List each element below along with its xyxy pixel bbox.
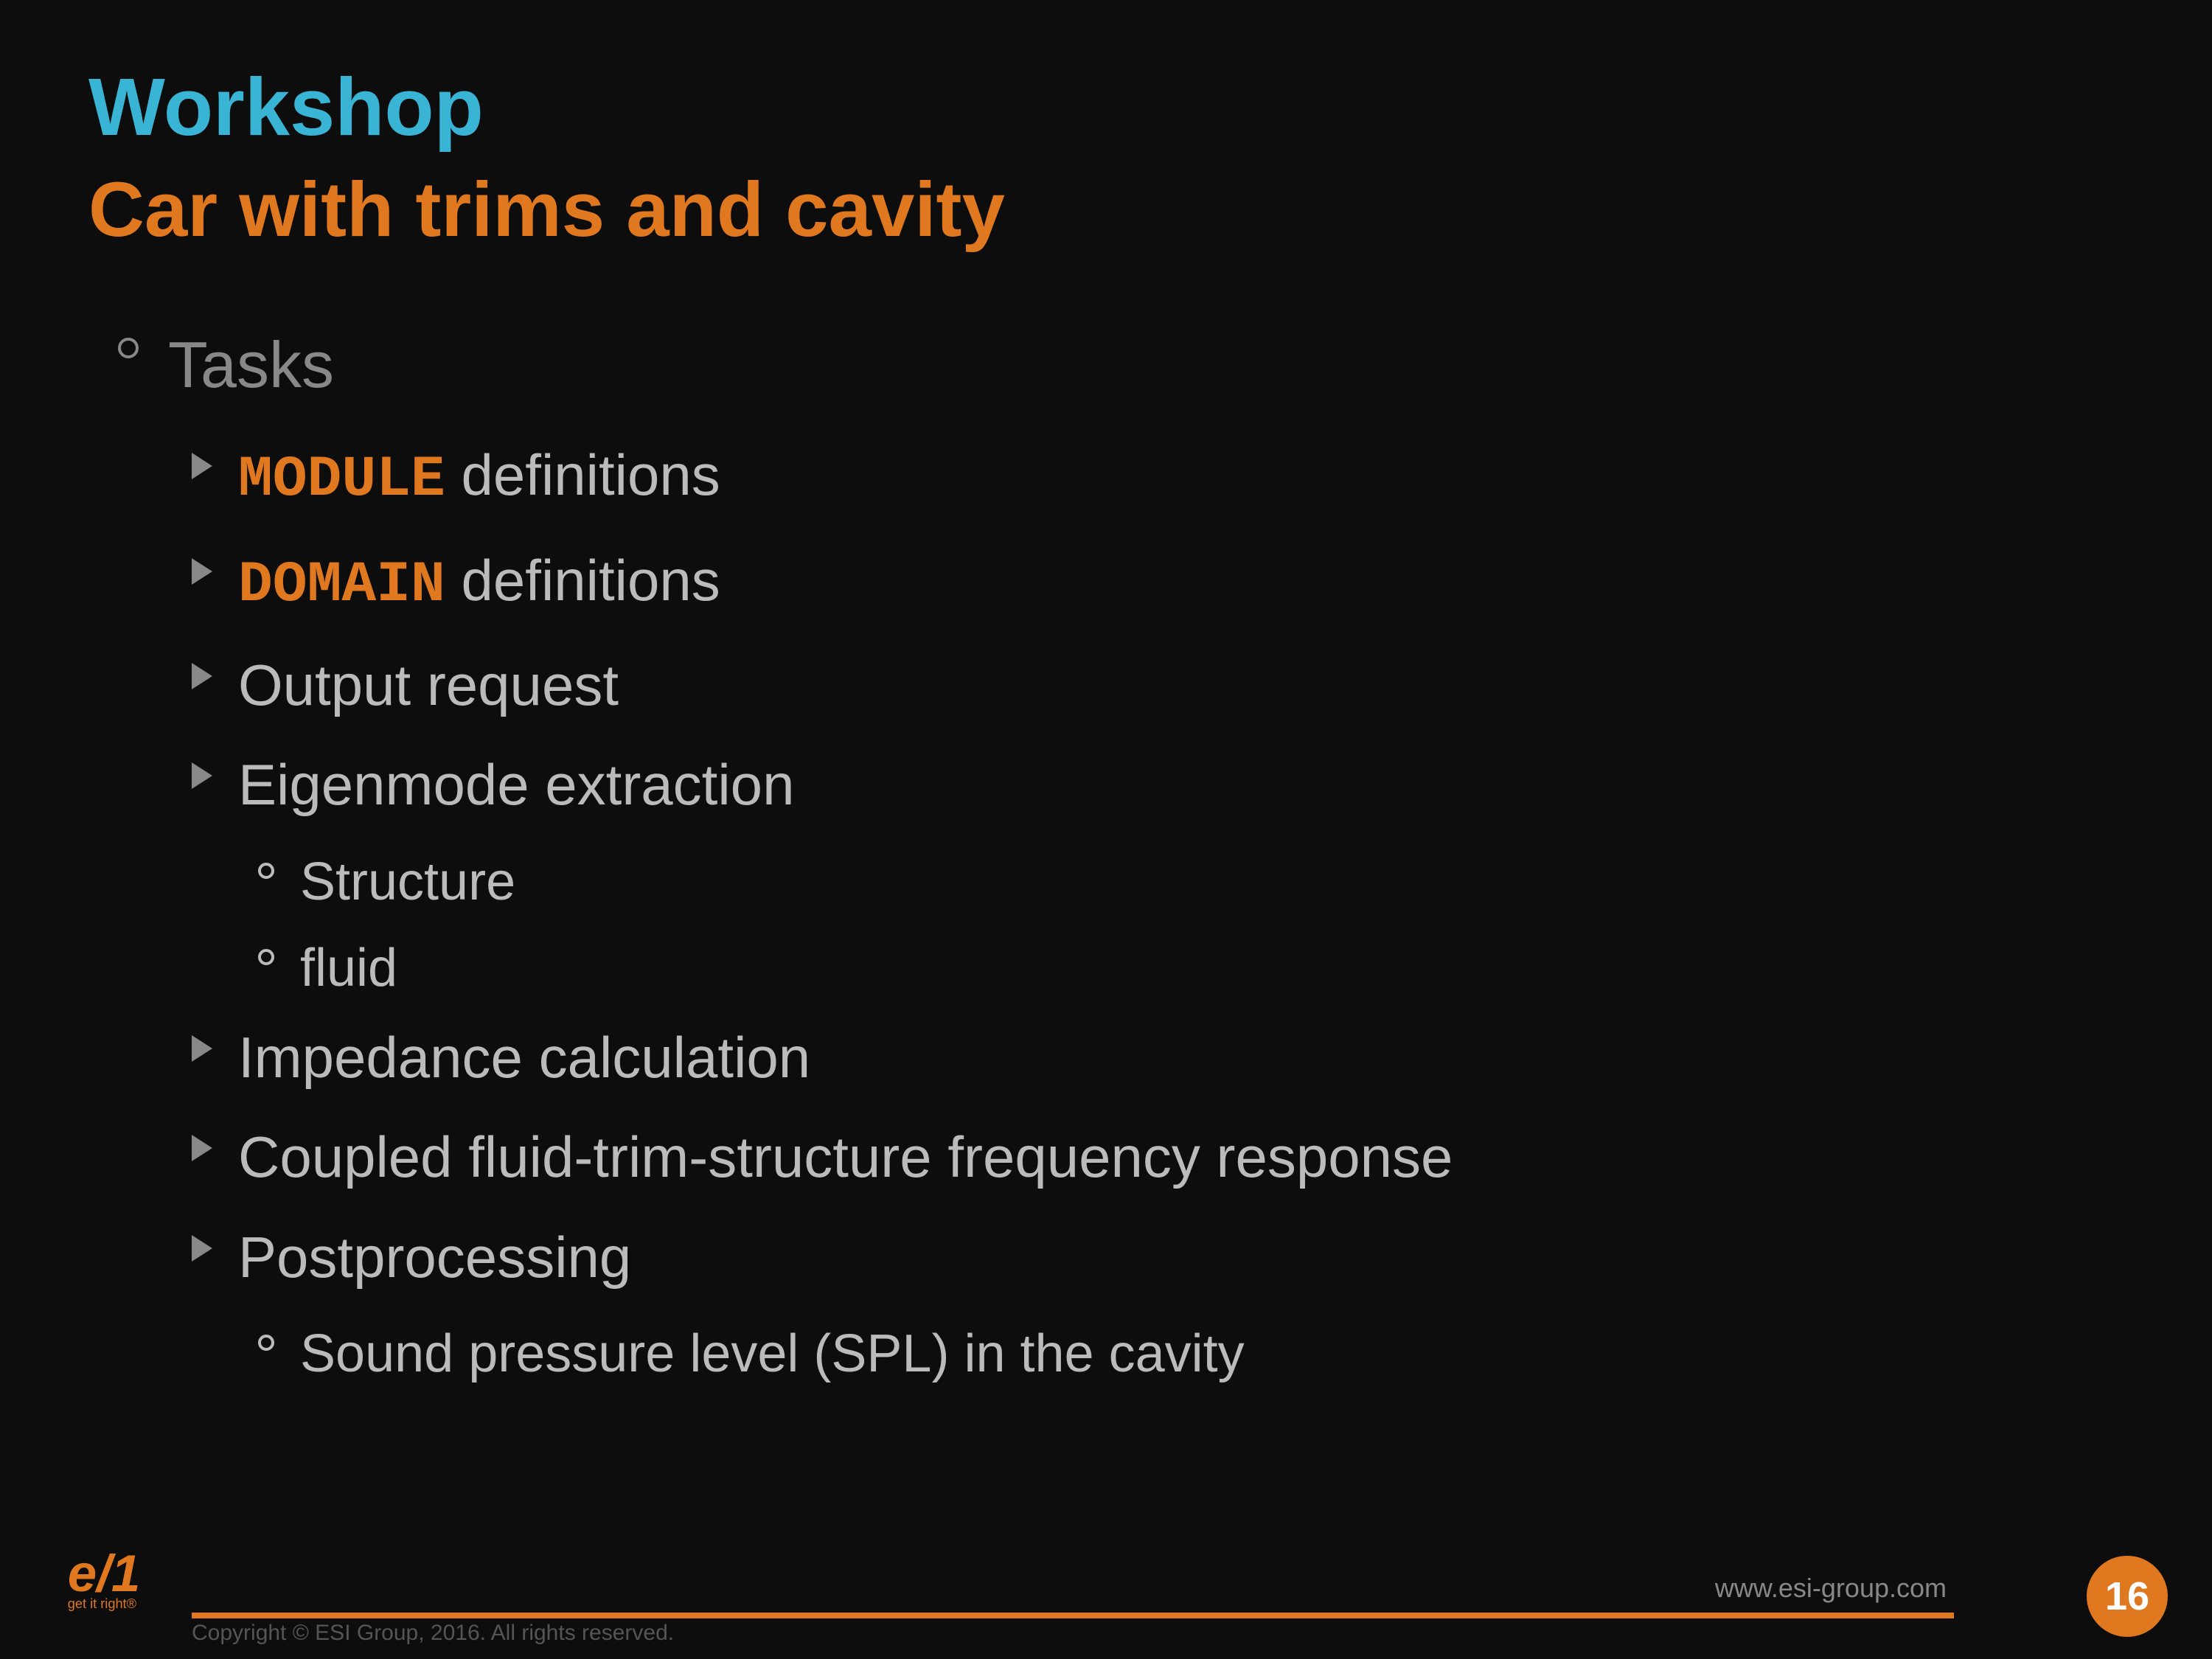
label-domain: DOMAIN definitions [238,542,720,625]
list-item-module: MODULE definitions [192,437,2124,519]
label-coupled: Coupled fluid-trim-structure frequency r… [238,1119,1453,1196]
list-item-eigenmode: Eigenmode extraction [192,746,2124,824]
arrow-icon-output [192,663,212,689]
bullet-spl [258,1335,274,1351]
list-item-structure: Structure [258,846,2124,918]
arrow-icon-coupled [192,1135,212,1161]
mono-module: MODULE [238,448,445,512]
svg-text:get it right®: get it right® [68,1596,137,1611]
bullet-circle-tasks [118,338,139,358]
arrow-icon-module [192,453,212,479]
page-number-badge: 16 [2087,1556,2168,1637]
list-item-eigenmode-group: Eigenmode extraction Structure fluid [192,746,2124,1004]
footer-divider [192,1613,1954,1618]
list-item-postprocessing-group: Postprocessing Sound pressure level (SPL… [192,1219,2124,1390]
level1-tasks: Tasks [118,323,2124,407]
arrow-icon-postprocessing [192,1235,212,1262]
tasks-label: Tasks [168,323,334,407]
label-structure: Structure [300,846,515,918]
footer-copyright: Copyright © ESI Group, 2016. All rights … [192,1621,674,1646]
logo-area: e/1 get it right® [59,1541,177,1615]
label-fluid: fluid [300,933,397,1004]
list-item-output: Output request [192,647,2124,724]
level3-postprocessing-children: Sound pressure level (SPL) in the cavity [192,1318,2124,1390]
label-module: MODULE definitions [238,437,720,519]
content-area: Tasks MODULE definitions DOMAIN definiti… [88,323,2124,1390]
list-item-impedance: Impedance calculation [192,1019,2124,1096]
list-item-coupled: Coupled fluid-trim-structure frequency r… [192,1119,2124,1196]
list-item-postprocessing: Postprocessing [192,1219,2124,1296]
slide-title: Workshop [88,59,2124,156]
esi-logo: e/1 get it right® [59,1541,177,1615]
label-postprocessing: Postprocessing [238,1219,631,1296]
footer: e/1 get it right® www.esi-group.com Copy… [0,1526,2212,1659]
list-item-fluid: fluid [258,933,2124,1004]
list-item-spl: Sound pressure level (SPL) in the cavity [258,1318,2124,1390]
bullet-structure [258,863,274,879]
bullet-fluid [258,949,274,965]
svg-text:e/1: e/1 [68,1545,141,1603]
text-module: definitions [462,442,720,507]
mono-domain: DOMAIN [238,553,445,618]
list-item-domain: DOMAIN definitions [192,542,2124,625]
label-eigenmode: Eigenmode extraction [238,746,794,824]
arrow-icon-impedance [192,1035,212,1062]
footer-url: www.esi-group.com [1715,1573,1947,1604]
slide-subtitle: Car with trims and cavity [88,164,2124,257]
text-domain: definitions [462,548,720,613]
label-output: Output request [238,647,619,724]
level3-eigenmode-children: Structure fluid [192,846,2124,1004]
label-spl: Sound pressure level (SPL) in the cavity [300,1318,1245,1390]
arrow-icon-domain [192,558,212,585]
level2-list: MODULE definitions DOMAIN definitions Ou… [118,437,2124,1390]
arrow-icon-eigenmode [192,762,212,789]
slide: Workshop Car with trims and cavity Tasks… [0,0,2212,1659]
label-impedance: Impedance calculation [238,1019,810,1096]
